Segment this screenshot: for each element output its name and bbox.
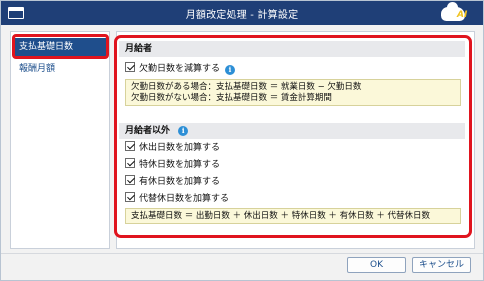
cloud-ai-logo: AI <box>439 2 475 23</box>
panel-highlight-frame <box>114 35 472 238</box>
sidebar-item-monthly-salary[interactable]: 報酬月額 <box>13 60 108 79</box>
ok-button[interactable]: OK <box>347 257 406 273</box>
sidebar-highlight-frame <box>12 34 109 59</box>
dialog-window: 月額改定処理 - 計算設定 AI 支払基礎日数 報酬月額 月給者 欠勤日数を減算… <box>0 0 484 281</box>
title-bar: 月額改定処理 - 計算設定 AI <box>1 1 483 25</box>
ai-logo-text: AI <box>457 10 468 20</box>
sidebar: 支払基礎日数 報酬月額 <box>10 31 110 249</box>
cancel-button[interactable]: キャンセル <box>412 257 471 273</box>
footer-divider <box>1 253 483 254</box>
window-title: 月額改定処理 - 計算設定 <box>185 10 299 21</box>
